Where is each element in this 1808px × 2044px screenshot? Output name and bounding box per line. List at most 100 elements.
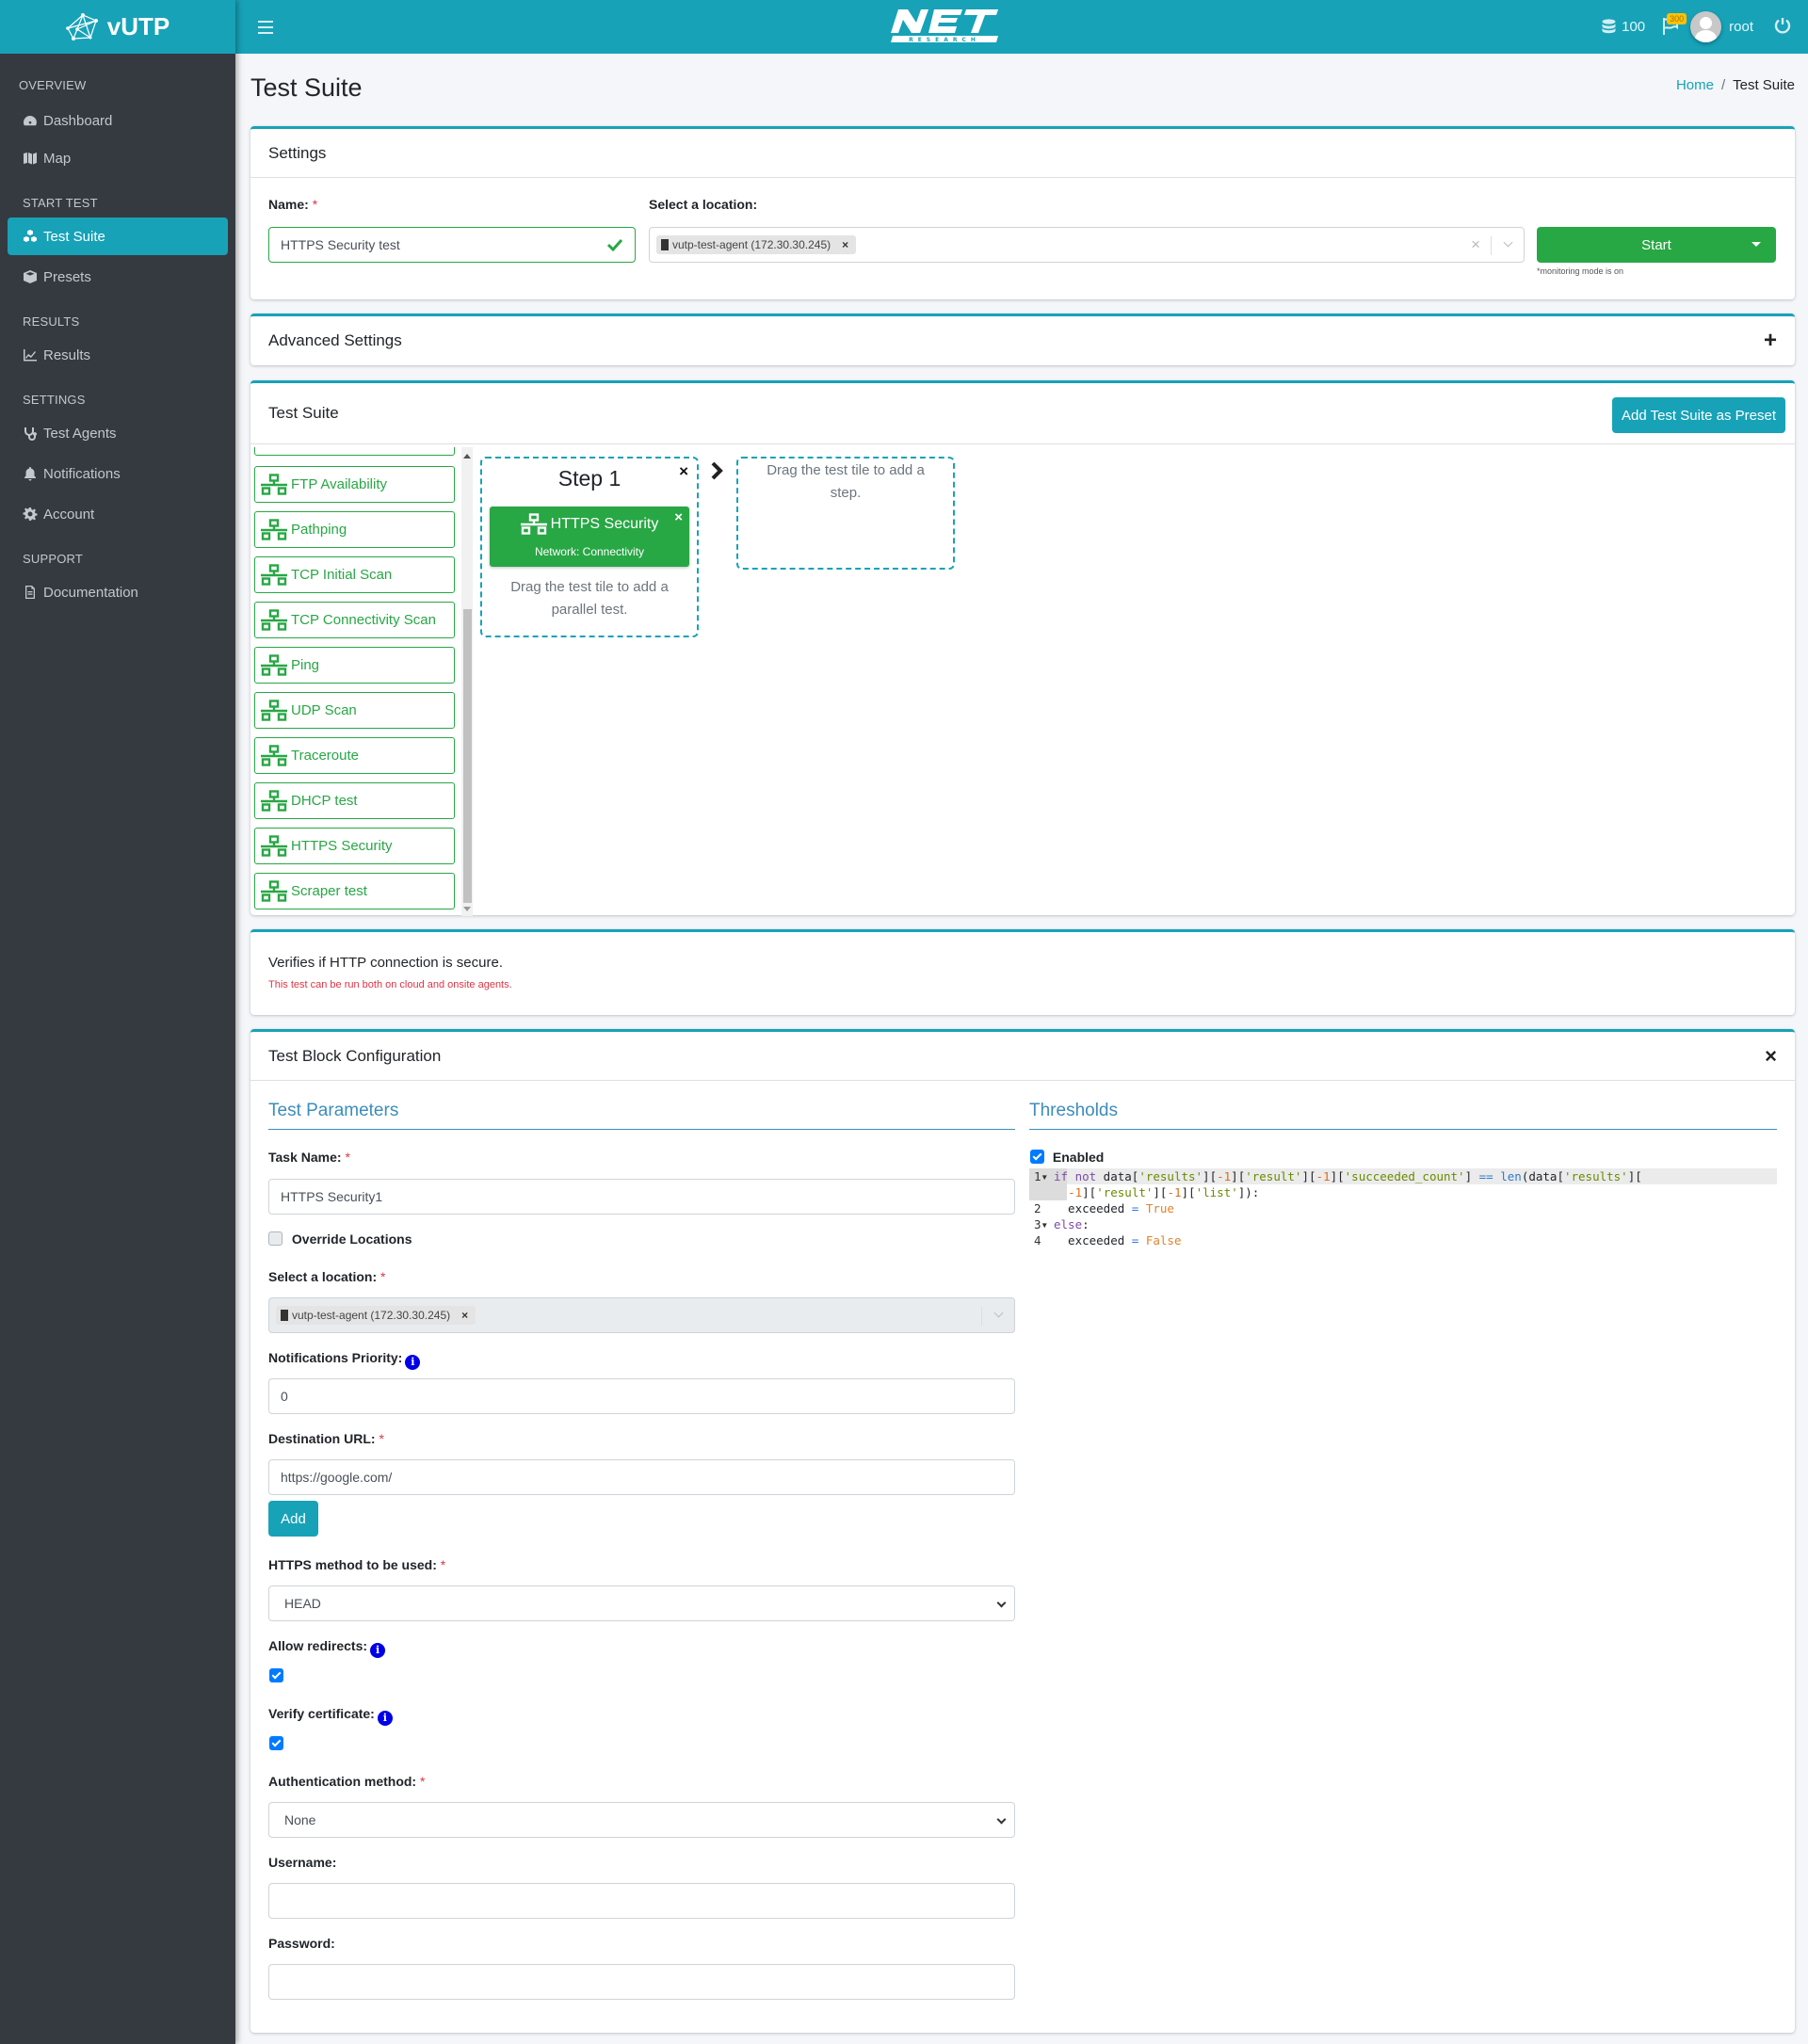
sidebar-item-map[interactable]: Map [8,139,228,177]
chevron-down-icon[interactable] [993,1308,1004,1318]
info-icon[interactable]: i [370,1643,386,1658]
threshold-code-editor[interactable]: 1▾ if not data['results'][-1]['result'][-… [1029,1168,1777,1249]
method-label-text: HTTPS method to be used: [268,1557,437,1572]
override-locations-row[interactable]: Override Locations [268,1231,412,1247]
scroll-down-arrow[interactable] [463,907,471,911]
notifications-flag[interactable]: 300 [1662,12,1687,38]
clear-selection-icon[interactable]: × [1471,235,1480,254]
advanced-settings-header[interactable]: Advanced Settings + [250,316,1795,365]
remove-step-button[interactable]: × [679,462,688,481]
test-block-configuration-card: Test Block Configuration × Test Paramete… [250,1029,1795,2033]
test-tile[interactable]: DHCP test [254,782,455,819]
test-parameters-title: Test Parameters [268,1101,1015,1130]
test-tile[interactable]: Traceroute [254,737,455,774]
breadcrumb-home[interactable]: Home [1676,77,1714,93]
sidebar-item-dashboard[interactable]: Dashboard [8,102,228,139]
add-url-button[interactable]: Add [268,1501,318,1537]
required-asterisk: * [312,197,318,212]
test-tile[interactable]: UDP Scan [254,692,455,729]
advanced-settings-title: Advanced Settings [268,331,402,349]
method-select[interactable]: HEAD [268,1585,1015,1621]
plus-icon[interactable]: + [1764,328,1777,354]
remove-test-button[interactable]: × [674,509,683,525]
test-tile[interactable]: HTTPS Security [254,828,455,864]
sidebar-item-notifications[interactable]: Notifications [8,455,228,492]
test-description-card: Verifies if HTTP connection is secure. T… [250,929,1795,1015]
task-name-input[interactable]: HTTPS Security1 [268,1179,1015,1215]
sitemap-icon [261,653,287,676]
database-icon [1602,19,1616,34]
remove-chip-button[interactable]: × [842,238,848,251]
thresholds-enabled-checkbox[interactable] [1030,1150,1044,1164]
test-tile-partial[interactable] [254,447,455,456]
destination-url-input[interactable]: https://google.com/ [268,1459,1015,1495]
thresholds-enabled-row[interactable]: Enabled [1030,1150,1104,1165]
test-tile[interactable]: Pathping [254,511,455,548]
test-suite-header: Test Suite Add Test Suite as Preset [250,383,1795,444]
sidebar-item-label: Notifications [43,465,121,482]
auth-method-value: None [284,1812,316,1827]
required-asterisk: * [440,1557,446,1572]
test-tile[interactable]: TCP Initial Scan [254,556,455,593]
priority-input[interactable]: 0 [268,1378,1015,1414]
step-test-tile[interactable]: HTTPS Security Network: Connectivity × [490,507,689,567]
sidebar-item-test-suite[interactable]: Test Suite [8,217,228,255]
test-tile[interactable]: Scraper test [254,873,455,909]
chevron-down-icon[interactable] [1503,237,1513,248]
test-tile[interactable]: TCP Connectivity Scan [254,602,455,638]
file-icon [23,585,38,600]
test-block-title: Test Block Configuration [268,1046,442,1065]
location-chip: vutp-test-agent (172.30.30.245) × [656,235,857,254]
test-tile[interactable]: Ping [254,647,455,684]
start-button[interactable]: Start [1537,227,1776,263]
start-label: Start [1641,236,1671,253]
block-location-select[interactable]: vutp-test-agent (172.30.30.245) × [268,1297,1015,1333]
cog-icon [23,507,38,522]
scroll-up-arrow[interactable] [463,454,471,459]
network-logo-icon [65,12,98,40]
sidebar-item-test-agents[interactable]: Test Agents [8,414,228,452]
username[interactable]: root [1729,19,1753,35]
credits-indicator[interactable]: 100 [1602,19,1645,35]
sidebar-item-documentation[interactable]: Documentation [8,573,228,611]
brand-logo[interactable]: vUTP [0,0,235,54]
sidebar-item-presets[interactable]: Presets [8,258,228,296]
add-step-dropzone[interactable]: Drag the test tile to add a step. [736,457,955,570]
override-locations-label: Override Locations [291,1231,412,1247]
info-icon[interactable]: i [377,1711,393,1726]
destination-url-value: https://google.com/ [281,1470,393,1485]
tachometer-icon [23,113,38,128]
verify-certificate-checkbox[interactable] [269,1736,283,1750]
required-asterisk: * [379,1431,384,1446]
destination-url-label: Destination URL: * [268,1431,384,1446]
start-dropdown-caret[interactable] [1752,242,1761,247]
auth-method-select[interactable]: None [268,1802,1015,1838]
step-1-box[interactable]: Step 1 × HTTPS Security Network: Connect… [480,457,699,637]
test-tile-list: FTP Availability Pathping TCP Initial Scan… [252,447,463,916]
sitemap-icon [261,834,287,857]
logout-button[interactable] [1774,17,1791,38]
name-input[interactable]: HTTPS Security test [268,227,636,263]
close-icon[interactable]: × [1765,1044,1777,1069]
location-select[interactable]: vutp-test-agent (172.30.30.245) × × [649,227,1525,263]
top-navbar: RESEARCH 100 300 root [235,0,1808,54]
test-tile[interactable]: FTP Availability [254,466,455,503]
sidebar-item-account[interactable]: Account [8,495,228,533]
sidebar-item-results[interactable]: Results [8,336,228,374]
sitemap-icon [261,879,287,902]
remove-chip-button[interactable]: × [461,1309,468,1322]
hamburger-icon[interactable] [258,20,273,34]
username-input[interactable] [268,1883,1015,1919]
override-locations-checkbox[interactable] [268,1231,282,1246]
code-line-4: 4 exceeded = False [1029,1232,1642,1248]
parallel-test-hint: Drag the test tile to add a parallel tes… [510,579,669,618]
password-input[interactable] [268,1964,1015,2000]
scrollbar-thumb[interactable] [463,609,472,903]
add-test-suite-as-preset-button[interactable]: Add Test Suite as Preset [1612,397,1785,433]
user-avatar[interactable] [1690,11,1722,42]
allow-redirects-checkbox[interactable] [269,1668,283,1682]
task-name-label-text: Task Name: [268,1150,342,1165]
info-icon[interactable]: i [405,1355,421,1370]
test-tile-label: TCP Initial Scan [291,567,393,583]
check-icon [606,238,623,251]
